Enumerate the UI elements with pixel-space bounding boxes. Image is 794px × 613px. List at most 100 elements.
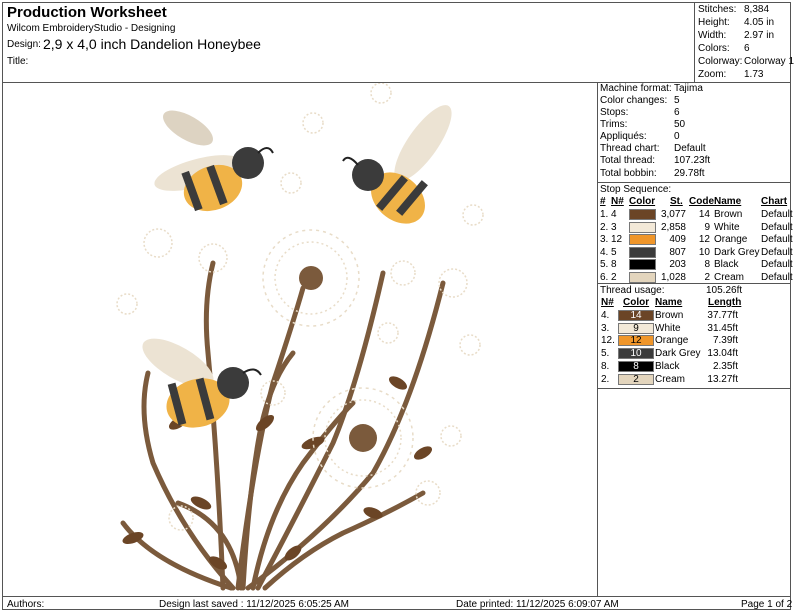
usage-color-name: White <box>655 322 681 334</box>
design-preview <box>3 82 598 596</box>
worksheet-footer: Authors: Design last saved : 11/12/2025 … <box>3 596 792 611</box>
stop-stitches: 1,028 <box>660 271 686 283</box>
usage-color-name: Brown <box>655 310 684 321</box>
col-length: Length <box>708 297 742 308</box>
last-saved: Design last saved : 11/12/2025 6:05:25 A… <box>159 599 349 610</box>
stat-label: Colors: <box>698 43 730 54</box>
col-stitches: St. <box>670 196 683 207</box>
usage-color-name: Cream <box>655 373 686 385</box>
usage-color-swatch: 12 <box>618 335 654 347</box>
usage-color-name: Orange <box>655 335 689 347</box>
stop-needle: 5 <box>611 246 617 258</box>
stop-color-name: Dark Grey <box>714 246 760 258</box>
stop-num: 5. <box>600 259 609 270</box>
stop-sequence-title: Stop Sequence: <box>600 184 672 195</box>
stop-num: 4. <box>600 246 609 258</box>
machine-format: Machine format: Tajima <box>600 83 703 95</box>
stop-color-swatch <box>629 259 656 270</box>
stat-colors: Colors: 6 <box>698 43 750 55</box>
usage-length: 13.04ft <box>707 348 738 360</box>
stop-color-name: Orange <box>714 234 748 245</box>
stop-needle: 2 <box>611 271 617 283</box>
stop-stitches: 203 <box>669 259 686 270</box>
info-value: 0 <box>674 131 680 142</box>
stop-num: 2. <box>600 221 609 233</box>
stop-color-name: Brown <box>714 209 743 220</box>
info-label: Total thread: <box>600 155 656 166</box>
stop-color-name: Black <box>714 259 739 270</box>
info-value: 6 <box>674 107 680 118</box>
stop-needle: 8 <box>611 259 617 270</box>
usage-needle: 2. <box>601 373 610 385</box>
stat-height: Height: 4.05 in <box>698 17 774 29</box>
col-chart: Chart <box>761 196 788 207</box>
info-label: Color changes: <box>600 95 668 106</box>
stop-color-name: White <box>714 221 740 233</box>
usage-color-swatch: 10 <box>618 348 654 360</box>
stop-color-swatch <box>629 221 656 233</box>
stat-value: 8,384 <box>744 4 770 15</box>
stat-label: Zoom: <box>698 69 727 80</box>
usage-length: 37.77ft <box>707 310 738 321</box>
usage-needle: 8. <box>601 360 610 372</box>
design-label: Design: <box>7 39 41 50</box>
design-stats: Stitches: 8,384 Height: 4.05 in Width: 2.97… <box>695 3 794 83</box>
info-value: 29.78ft <box>674 168 705 179</box>
stop-num: 6. <box>600 271 609 283</box>
usage-color-name: Black <box>655 360 680 372</box>
stop-code: 10 <box>698 246 710 258</box>
stop-color-name: Cream <box>714 271 745 283</box>
thread-usage-total: 105.26ft <box>706 285 743 296</box>
color-changes: Color changes: 5 <box>600 95 680 107</box>
usage-color-swatch: 9 <box>618 322 654 334</box>
trims: Trims: 50 <box>600 119 685 131</box>
thread-chart: Thread chart: Default <box>600 143 706 155</box>
stop-sequence-table: Stop Sequence: # N# Color St. Code Name … <box>598 182 793 284</box>
stop-code: 14 <box>698 209 710 220</box>
usage-needle: 4. <box>601 310 610 321</box>
date-printed: Date printed: 11/12/2025 6:09:07 AM <box>456 599 619 610</box>
info-label: Trims: <box>600 119 628 130</box>
usage-color-name: Dark Grey <box>655 348 701 360</box>
info-label: Thread chart: <box>600 143 660 154</box>
info-label: Machine format: <box>600 83 672 94</box>
bee-top-right <box>342 105 452 224</box>
stat-label: Width: <box>698 30 727 41</box>
embroidery-artwork <box>116 82 484 591</box>
stop-stitches: 807 <box>669 246 686 258</box>
stop-color-swatch <box>629 209 656 220</box>
stop-chart: Default <box>761 271 793 283</box>
usage-color-swatch: 2 <box>618 373 654 385</box>
usage-color-swatch: 14 <box>618 310 654 321</box>
stop-stitches: 3,077 <box>660 209 686 220</box>
stop-code: 12 <box>698 234 710 245</box>
stop-color-swatch <box>629 271 656 283</box>
design-name: 2,9 x 4,0 inch Dandelion Honeybee <box>43 36 261 52</box>
stat-zoom: Zoom: 1.73 <box>698 69 763 81</box>
stat-label: Colorway: <box>698 56 743 67</box>
stop-needle: 4 <box>611 209 617 220</box>
stop-code: 2 <box>704 271 710 283</box>
stop-chart: Default <box>761 221 793 233</box>
total-bobbin: Total bobbin: 29.78ft <box>600 168 705 180</box>
info-value: 5 <box>674 95 680 106</box>
info-value: Tajima <box>674 83 703 94</box>
stat-label: Height: <box>698 17 730 28</box>
col-n: N# <box>601 297 614 308</box>
section-divider <box>598 388 790 389</box>
info-value: 107.23ft <box>674 155 711 166</box>
stop-color-swatch <box>629 234 656 245</box>
info-label: Total bobbin: <box>600 168 657 179</box>
col-color: Color <box>629 196 656 207</box>
title-label: Title: <box>7 56 29 67</box>
info-label: Appliqués: <box>600 131 647 142</box>
usage-needle: 5. <box>601 348 610 360</box>
stat-stitches: Stitches: 8,384 <box>698 4 769 16</box>
bee-middle-left <box>142 338 262 428</box>
usage-needle: 12. <box>601 335 615 347</box>
stop-chart: Default <box>761 209 793 220</box>
stop-chart: Default <box>761 234 793 245</box>
bee-top-left <box>154 110 274 212</box>
stop-code: 9 <box>704 221 710 233</box>
thread-usage-title: Thread usage: <box>600 285 665 296</box>
